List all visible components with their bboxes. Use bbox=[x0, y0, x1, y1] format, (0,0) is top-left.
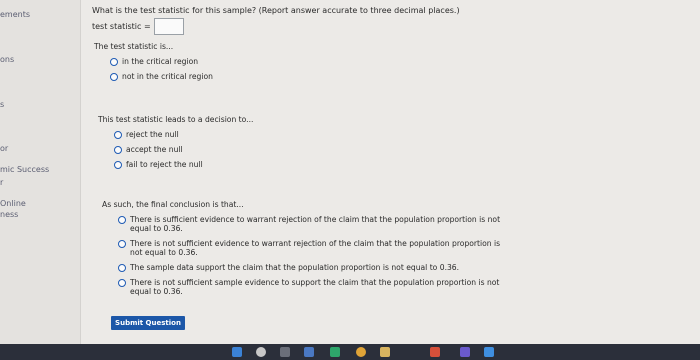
mail-icon[interactable] bbox=[430, 347, 440, 357]
test-statistic-input[interactable] bbox=[153, 18, 184, 35]
sidebar-item-5[interactable]: mic Success bbox=[0, 165, 49, 174]
region-option-critical[interactable]: in the critical region bbox=[110, 57, 213, 66]
option-label: not in the critical region bbox=[122, 72, 213, 81]
app-icon[interactable] bbox=[304, 347, 314, 357]
settings-icon[interactable] bbox=[460, 347, 470, 357]
radio-icon[interactable] bbox=[118, 240, 126, 248]
decision-option-fail-to-reject[interactable]: fail to reject the null bbox=[114, 160, 253, 169]
sidebar-item-2[interactable]: ons bbox=[0, 55, 14, 64]
store-icon[interactable] bbox=[484, 347, 494, 357]
sidebar-item-7[interactable]: Online bbox=[0, 199, 26, 208]
conclusion-option-1[interactable]: There is sufficient evidence to warrant … bbox=[118, 215, 502, 233]
files-icon[interactable] bbox=[380, 347, 390, 357]
sidebar-item-1[interactable]: ements bbox=[0, 10, 30, 19]
sidebar-item-6[interactable]: r bbox=[0, 178, 3, 187]
question-prompt: What is the test statistic for this samp… bbox=[92, 6, 460, 15]
decision-prompt: This test statistic leads to a decision … bbox=[98, 115, 254, 124]
sidebar-item-8[interactable]: ness bbox=[0, 210, 18, 219]
main-content: What is the test statistic for this samp… bbox=[80, 0, 700, 344]
conclusion-prompt: As such, the final conclusion is that... bbox=[102, 200, 244, 209]
radio-icon[interactable] bbox=[118, 216, 126, 224]
radio-icon[interactable] bbox=[118, 264, 126, 272]
radio-icon[interactable] bbox=[110, 73, 118, 81]
conclusion-option-3[interactable]: The sample data support the claim that t… bbox=[118, 263, 502, 272]
chrome-icon[interactable] bbox=[356, 347, 366, 357]
submit-question-button[interactable]: Submit Question bbox=[111, 316, 185, 330]
region-option-not-critical[interactable]: not in the critical region bbox=[110, 72, 213, 81]
test-statistic-label: test statistic = bbox=[92, 21, 151, 31]
taskbar bbox=[0, 344, 700, 360]
conclusion-question: As such, the final conclusion is that...… bbox=[102, 200, 502, 302]
option-label: fail to reject the null bbox=[126, 160, 203, 169]
question-header: What is the test statistic for this samp… bbox=[92, 5, 460, 35]
option-label: in the critical region bbox=[122, 57, 199, 66]
radio-icon[interactable] bbox=[118, 279, 126, 287]
option-label: accept the null bbox=[126, 145, 183, 154]
conclusion-option-4[interactable]: There is not sufficient sample evidence … bbox=[118, 278, 502, 296]
windows-icon[interactable] bbox=[232, 347, 242, 357]
option-label: There is sufficient evidence to warrant … bbox=[130, 215, 501, 233]
decision-option-reject[interactable]: reject the null bbox=[114, 130, 253, 139]
conclusion-option-2[interactable]: There is not sufficient evidence to warr… bbox=[118, 239, 502, 257]
sidebar-item-4[interactable]: or bbox=[0, 144, 8, 153]
option-label: The sample data support the claim that t… bbox=[130, 263, 460, 272]
decision-option-accept[interactable]: accept the null bbox=[114, 145, 253, 154]
radio-icon[interactable] bbox=[114, 146, 122, 154]
radio-icon[interactable] bbox=[114, 161, 122, 169]
sidebar-item-3[interactable]: s bbox=[0, 100, 4, 109]
option-label: There is not sufficient evidence to warr… bbox=[130, 239, 501, 257]
radio-icon[interactable] bbox=[114, 131, 122, 139]
option-label: reject the null bbox=[126, 130, 179, 139]
option-label: There is not sufficient sample evidence … bbox=[130, 278, 500, 296]
decision-question: This test statistic leads to a decision … bbox=[98, 115, 253, 175]
radio-icon[interactable] bbox=[110, 58, 118, 66]
sidebar: ements ons s or mic Success r Online nes… bbox=[0, 0, 81, 344]
edge-icon[interactable] bbox=[330, 347, 340, 357]
search-icon[interactable] bbox=[256, 347, 266, 357]
task-view-icon[interactable] bbox=[280, 347, 290, 357]
region-prompt: The test statistic is... bbox=[94, 42, 174, 51]
region-question: The test statistic is... in the critical… bbox=[94, 42, 213, 87]
